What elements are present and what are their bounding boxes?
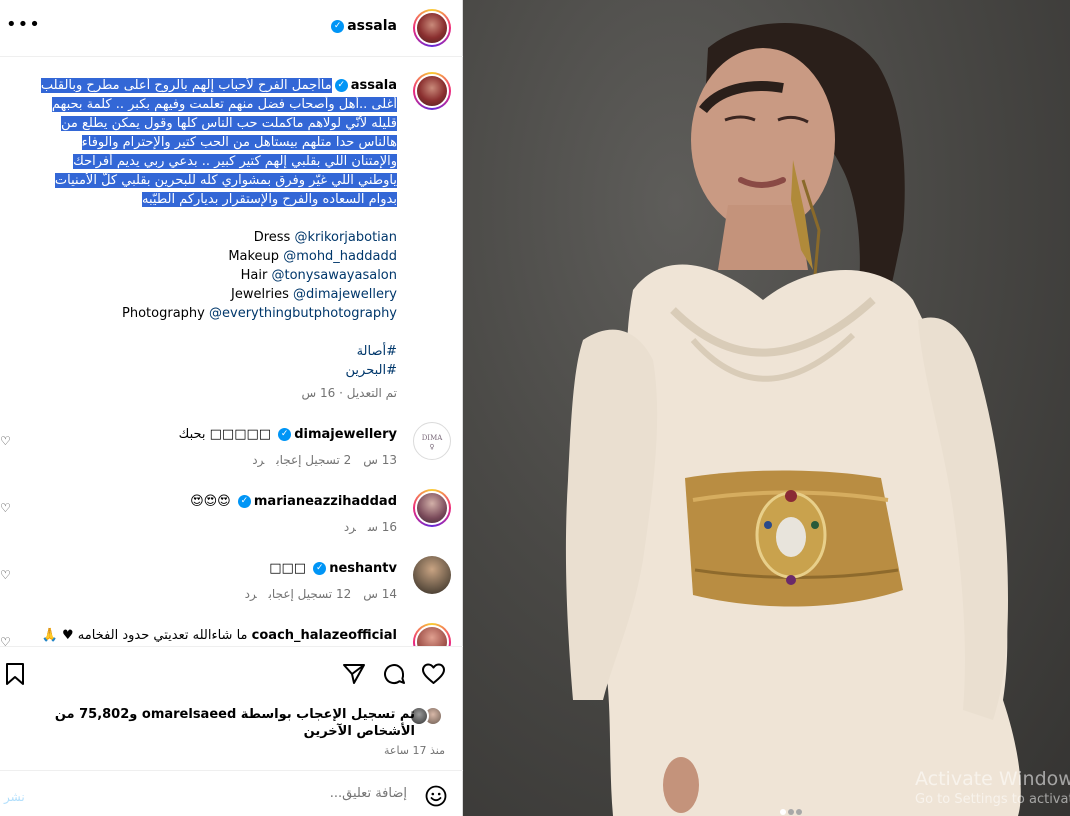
caption-line: بدوام السعاده والفرح والإستقرار بدياركم … (142, 192, 397, 207)
caption-line: أغلى ..أهل وأصحاب فضل منهم تعلّمت وفيهم … (51, 97, 397, 112)
comment-avatar[interactable] (413, 489, 451, 527)
more-options-icon[interactable]: ••• (6, 14, 41, 35)
credit-line: Hair @tonysawayasalon (240, 268, 397, 283)
caption-avatar[interactable] (413, 72, 451, 110)
portrait-illustration (565, 22, 1021, 816)
credit-line: Photography @everythingbutphotography (122, 306, 397, 321)
hashtag-list: #أصالة #البحرين (346, 342, 397, 380)
windows-activation-watermark: Activate Windows Go to Settings to activ… (915, 768, 1070, 807)
likes-summary: تم تسجيل الإعجاب بواسطة omarelsaeed و75,… (0, 702, 463, 762)
comment-username[interactable]: marianeazzihaddad (254, 494, 397, 509)
comment-heart-icon[interactable]: ♡ (0, 501, 11, 515)
credit-line: Dress @krikorjabotian (253, 230, 397, 245)
comment-line: coach_halazeofficial ما شاءالله تعديتي ح… (42, 628, 397, 643)
caption-line: قليله لأنّي لولاهم ماكملت حب الناس كلها … (60, 116, 397, 131)
credit-line: Jewelries @dimajewellery (231, 287, 397, 302)
comment-username[interactable]: dimajewellery (294, 427, 397, 442)
comments-list[interactable]: DIMA ♀ dimajewellery✓ □□□□□ بحبك 13 س2 ت… (0, 418, 463, 647)
comment-heart-icon[interactable]: ♡ (0, 434, 11, 448)
comment-text: ما شاءالله تعديتي حدود الفخامه ♥ 🙏 (41, 628, 248, 643)
comment-icon[interactable] (382, 662, 406, 686)
verified-icon: ✓ (334, 79, 348, 92)
watermark-subtitle: Go to Settings to activate Windows. (915, 792, 1070, 807)
header-avatar[interactable] (413, 9, 451, 47)
comment-username[interactable]: coach_halazeofficial (252, 628, 397, 643)
comment-item: neshantv✓ □□□ 14 س 12 تسجيل إعجاب رد ♡ (0, 556, 463, 623)
bookmark-icon[interactable] (4, 662, 26, 686)
comment-item: DIMA ♀ dimajewellery✓ □□□□□ بحبك 13 س 2 ت… (0, 422, 463, 489)
carousel-dot[interactable] (788, 809, 794, 815)
caption-line: هالناس حدا متلهم بيستاهل من الحب كتير وا… (81, 135, 397, 150)
verified-icon: ✓ (331, 19, 345, 33)
comment-item: marianeazzihaddad✓ 😍😍😍 16 س رد ♡ (0, 489, 463, 556)
comment-meta: 14 س 12 تسجيل إعجاب رد (233, 587, 397, 601)
post-image[interactable]: Activate Windows Go to Settings to activ… (463, 0, 1070, 816)
comment-heart-icon[interactable]: ♡ (0, 635, 11, 646)
carousel-dot[interactable] (796, 809, 802, 815)
heart-icon[interactable] (421, 662, 446, 686)
comment-avatar[interactable] (413, 623, 451, 646)
comment-username[interactable]: neshantv (329, 561, 397, 576)
comment-meta: 16 س رد (332, 520, 397, 534)
reply-button[interactable]: رد (245, 587, 257, 601)
carousel-dot[interactable] (780, 809, 786, 815)
hashtag-link[interactable]: #أصالة (346, 342, 397, 361)
verified-icon: ✓ (237, 495, 251, 508)
caption-line: والإمتنان اللي بقلبي إلهم كتير كبير .. ب… (73, 154, 397, 169)
comment-text: □□□□□ بحبك (178, 427, 272, 442)
caption-username[interactable]: assala (351, 78, 397, 93)
post-details-panel: ••• ✓ assala assala✓ماأجمل الفرح لأحباب إ… (0, 0, 463, 816)
reply-button[interactable]: رد (252, 453, 264, 467)
mention-link[interactable]: @krikorjabotian (294, 230, 397, 245)
verified-icon: ✓ (278, 428, 292, 441)
comment-line: neshantv✓ □□□ (269, 561, 397, 576)
mention-link[interactable]: @dimajewellery (293, 287, 397, 302)
reply-button[interactable]: رد (344, 520, 356, 534)
caption-line: ماأجمل الفرح لأحباب إلهم بالروح أعلى مطر… (40, 78, 332, 93)
credit-line: Makeup @mohd_haddadd (228, 249, 397, 264)
comment-input[interactable] (77, 786, 407, 801)
hashtag-link[interactable]: #البحرين (346, 361, 397, 380)
comment-text: 😍😍😍 (190, 494, 231, 509)
mention-link[interactable]: @everythingbutphotography (209, 306, 397, 321)
mention-link[interactable]: @mohd_haddadd (283, 249, 397, 264)
likes-text[interactable]: تم تسجيل الإعجاب بواسطة omarelsaeed و75,… (15, 706, 415, 740)
comment-time: 13 س (363, 453, 397, 467)
comment-avatar[interactable] (413, 556, 451, 594)
post-time: منذ 17 ساعة (383, 744, 445, 757)
comment-line: dimajewellery✓ □□□□□ بحبك (179, 427, 397, 442)
carousel-dots[interactable] (779, 800, 803, 816)
comment-heart-icon[interactable]: ♡ (0, 568, 11, 582)
credits-list: Dress @krikorjabotian Makeup @mohd_hadda… (37, 228, 397, 323)
post-comment-button[interactable]: نشر (4, 790, 25, 804)
comment-text: □□□ (269, 561, 307, 576)
caption-text: assala✓ماأجمل الفرح لأحباب إلهم بالروح أ… (32, 76, 397, 209)
comment-likes[interactable]: 2 تسجيل إعجاب (276, 453, 351, 467)
comment-meta: 13 س 2 تسجيل إعجاب رد (240, 453, 397, 467)
edited-timestamp: تم التعديل · 16 س (301, 386, 397, 400)
verified-icon: ✓ (313, 562, 327, 575)
mention-link[interactable]: @tonysawayasalon (271, 268, 397, 283)
post-actions-bar (0, 656, 463, 696)
add-comment-bar: نشر (0, 770, 463, 816)
header-username-row[interactable]: ✓ assala (328, 18, 397, 34)
caption-block: assala✓ماأجمل الفرح لأحباب إلهم بالروح أ… (0, 68, 463, 413)
caption-line: ياوطني اللي غيّر وفرق بمشواري كلّه للبحر… (54, 173, 397, 188)
share-icon[interactable] (342, 662, 366, 686)
comment-time: 16 س (367, 520, 397, 534)
comment-line: marianeazzihaddad✓ 😍😍😍 (190, 494, 397, 509)
comment-time: 14 س (363, 587, 397, 601)
header-username[interactable]: assala (347, 18, 397, 34)
comment-item: coach_halazeofficial ما شاءالله تعديتي ح… (0, 623, 463, 646)
emoji-icon[interactable] (425, 785, 447, 807)
comment-avatar[interactable]: DIMA ♀ (413, 422, 451, 460)
comment-likes[interactable]: 12 تسجيل إعجاب (269, 587, 352, 601)
post-header: ••• ✓ assala (0, 0, 463, 57)
watermark-title: Activate Windows (915, 768, 1070, 790)
